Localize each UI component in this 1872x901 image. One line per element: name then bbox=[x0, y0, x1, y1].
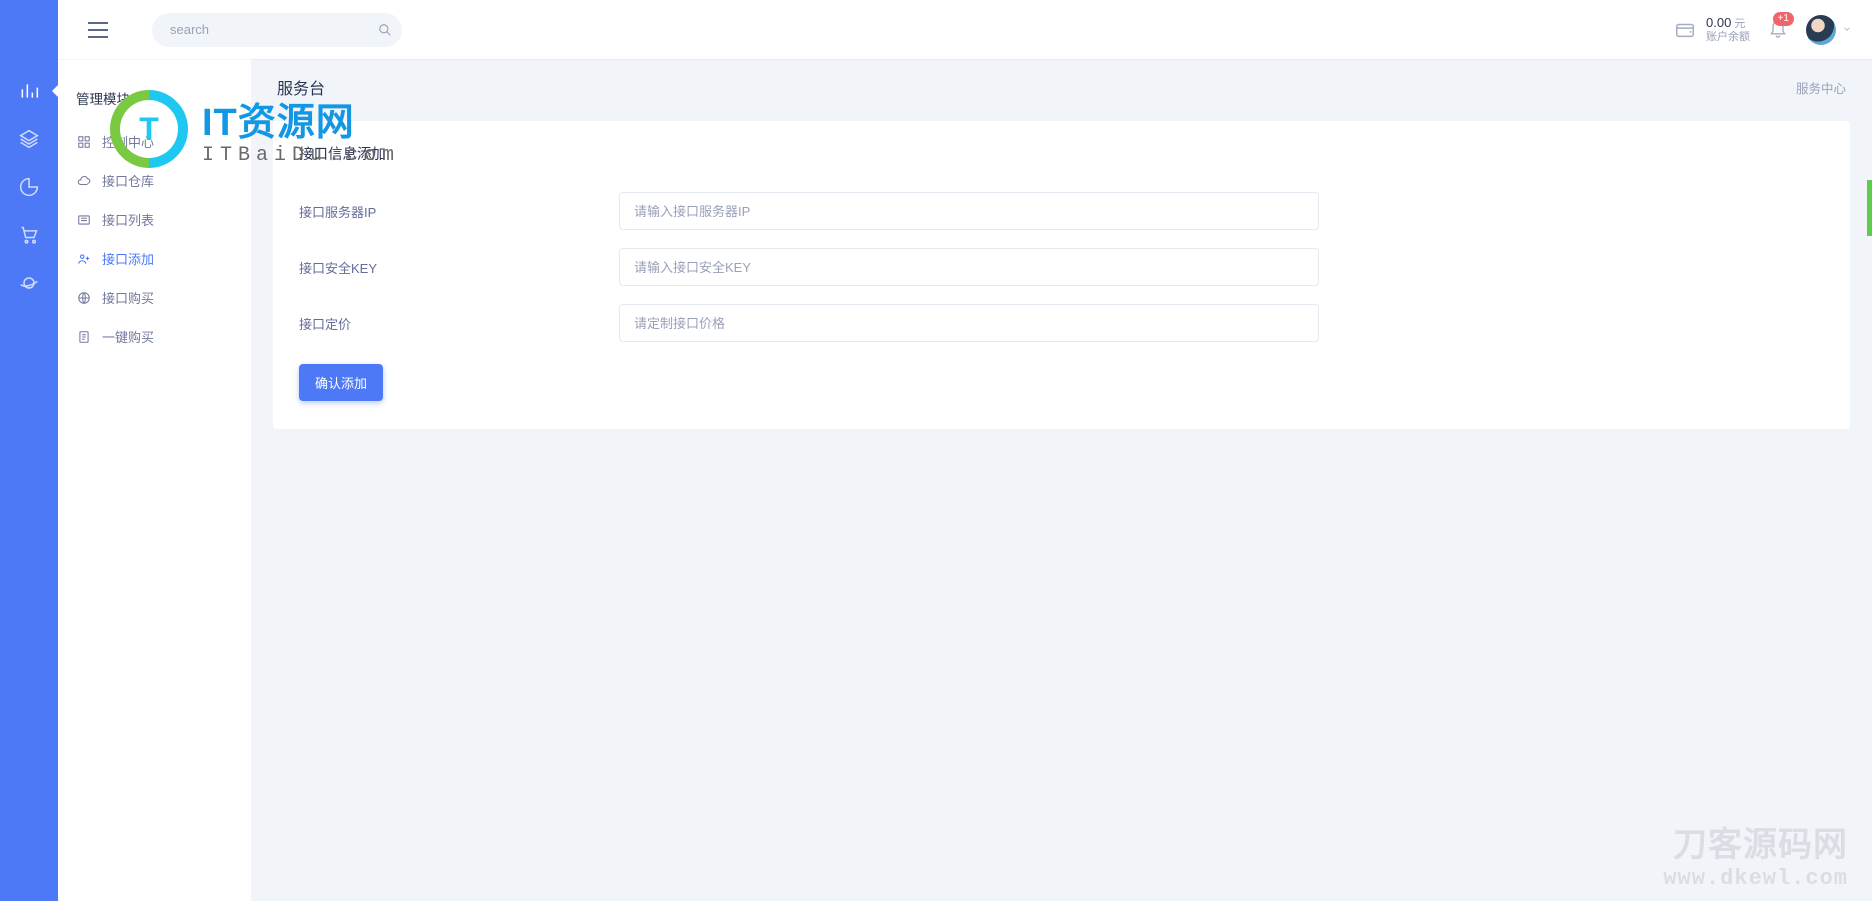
wallet-text: 0.00 元 账户余额 bbox=[1706, 15, 1750, 44]
scroll-indicator bbox=[1867, 180, 1872, 236]
rail-item-reports[interactable] bbox=[18, 176, 40, 198]
main: METRICA 0.00 元 bbox=[251, 0, 1872, 901]
form-row-security-key: 接口安全KEY bbox=[299, 248, 1824, 286]
sidebar-item-api-purchase[interactable]: 接口购买 bbox=[58, 278, 251, 317]
form-row-price: 接口定价 bbox=[299, 304, 1824, 342]
sidebar-item-label: 接口仓库 bbox=[102, 171, 154, 190]
user-plus-icon bbox=[76, 251, 92, 267]
rail-item-planet[interactable] bbox=[18, 272, 40, 294]
label-server-ip: 接口服务器IP bbox=[299, 202, 599, 221]
piechart-icon bbox=[19, 177, 39, 197]
search bbox=[152, 13, 402, 47]
wallet-icon bbox=[1674, 19, 1696, 41]
input-price[interactable] bbox=[619, 304, 1319, 342]
chevron-down-icon bbox=[1842, 22, 1852, 37]
sidebar-item-api-add[interactable]: 接口添加 bbox=[58, 239, 251, 278]
icon-rail bbox=[0, 0, 58, 901]
globe-icon bbox=[76, 290, 92, 306]
logo-text: METRICA bbox=[0, 21, 1, 38]
breadcrumb[interactable]: 服务中心 bbox=[1796, 78, 1846, 97]
sidebar-title: 管理模块 bbox=[58, 70, 251, 122]
sidebar-item-oneclick-purchase[interactable]: 一键购买 bbox=[58, 317, 251, 356]
label-security-key: 接口安全KEY bbox=[299, 258, 599, 277]
wallet-amount: 0.00 bbox=[1706, 15, 1731, 31]
list-icon bbox=[76, 212, 92, 228]
rail-item-layers[interactable] bbox=[18, 128, 40, 150]
cart-icon bbox=[19, 225, 39, 245]
wallet-currency: 元 bbox=[1734, 18, 1745, 31]
user-menu-button[interactable] bbox=[1806, 15, 1852, 45]
sidebar-item-label: 控制中心 bbox=[102, 132, 154, 151]
barchart-icon bbox=[19, 81, 39, 101]
logo[interactable]: METRICA bbox=[0, 20, 62, 40]
avatar bbox=[1806, 15, 1836, 45]
topbar: METRICA 0.00 元 bbox=[58, 0, 1872, 59]
search-input[interactable] bbox=[152, 13, 402, 47]
layers-icon bbox=[19, 129, 39, 149]
input-security-key[interactable] bbox=[619, 248, 1319, 286]
form-row-server-ip: 接口服务器IP bbox=[299, 192, 1824, 230]
planet-icon bbox=[19, 273, 39, 293]
sidebar-item-label: 接口列表 bbox=[102, 210, 154, 229]
notifications-button[interactable]: +1 bbox=[1768, 18, 1788, 41]
sidebar-item-label: 接口购买 bbox=[102, 288, 154, 307]
notifications-badge: +1 bbox=[1773, 12, 1794, 26]
wallet-label: 账户余额 bbox=[1706, 31, 1750, 44]
sidebar: 管理模块 控制中心 接口仓库 接口列表 接口添加 接口购买 一键购买 bbox=[58, 0, 251, 901]
grid-icon bbox=[76, 134, 92, 150]
sidebar-item-label: 接口添加 bbox=[102, 249, 154, 268]
file-icon bbox=[76, 329, 92, 345]
cloud-icon bbox=[76, 173, 92, 189]
page-header: 服务台 服务中心 bbox=[273, 75, 1850, 99]
content: 服务台 服务中心 接口信息添加 接口服务器IP 接口安全KEY 接口定价 确认添… bbox=[251, 0, 1872, 901]
card-api-add: 接口信息添加 接口服务器IP 接口安全KEY 接口定价 确认添加 bbox=[273, 121, 1850, 429]
rail-item-cart[interactable] bbox=[18, 224, 40, 246]
search-icon bbox=[378, 23, 392, 37]
rail-item-analytics[interactable] bbox=[18, 80, 40, 102]
page-title: 服务台 bbox=[277, 75, 325, 99]
input-server-ip[interactable] bbox=[619, 192, 1319, 230]
sidebar-item-label: 一键购买 bbox=[102, 327, 154, 346]
submit-button[interactable]: 确认添加 bbox=[299, 364, 383, 401]
card-title: 接口信息添加 bbox=[299, 143, 1824, 164]
sidebar-item-api-warehouse[interactable]: 接口仓库 bbox=[58, 161, 251, 200]
sidebar-item-control-center[interactable]: 控制中心 bbox=[58, 122, 251, 161]
wallet-button[interactable]: 0.00 元 账户余额 bbox=[1674, 15, 1750, 44]
label-price: 接口定价 bbox=[299, 314, 599, 333]
menu-toggle-button[interactable] bbox=[88, 22, 108, 38]
search-button[interactable] bbox=[369, 14, 401, 46]
topbar-right: 0.00 元 账户余额 +1 bbox=[1674, 15, 1852, 45]
sidebar-item-api-list[interactable]: 接口列表 bbox=[58, 200, 251, 239]
